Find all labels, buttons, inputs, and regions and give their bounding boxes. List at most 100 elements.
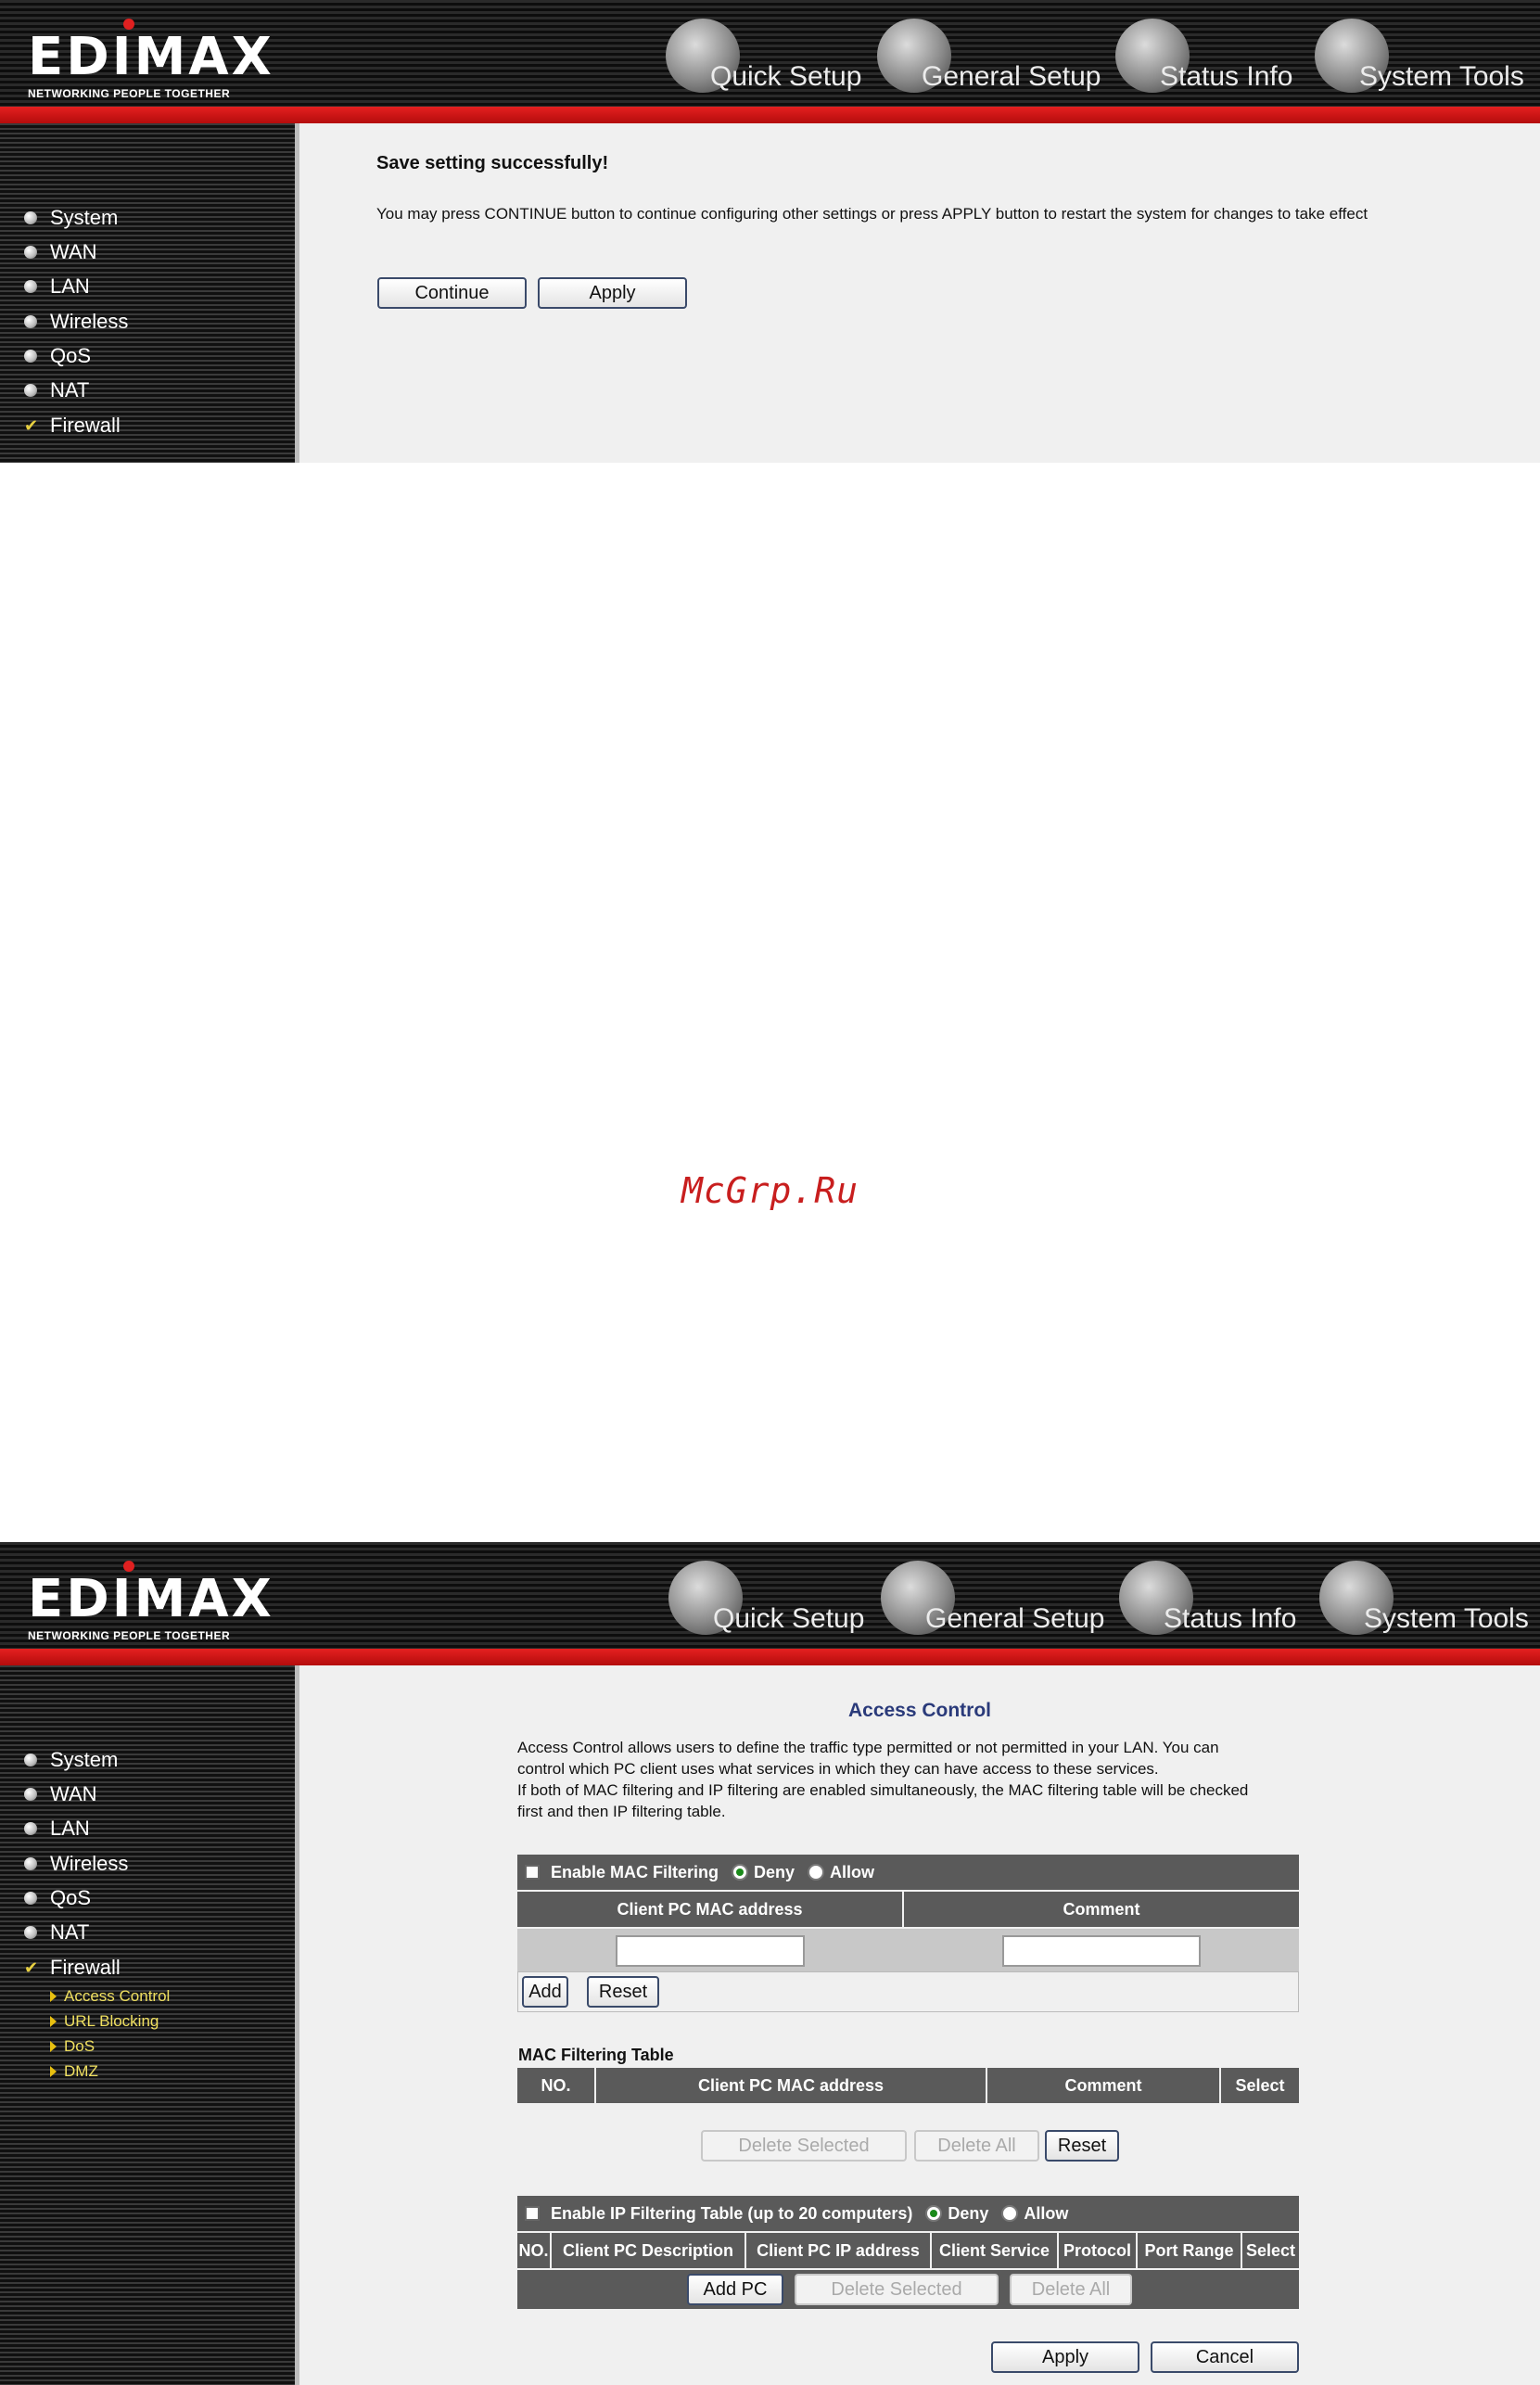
enable-mac-filter-checkbox[interactable]: [525, 1865, 540, 1880]
sidebar-item-wan[interactable]: WAN: [24, 1780, 97, 1808]
sidebar-item-label: Firewall: [50, 1956, 121, 1979]
ip-allow-radio[interactable]: [1001, 2205, 1019, 2222]
nav-system-tools[interactable]: System Tools: [1319, 1561, 1538, 1644]
logo-wordmark: EDIMAX: [28, 27, 274, 87]
bullet-icon: [24, 384, 37, 397]
nav-general-setup[interactable]: General Setup: [877, 19, 1109, 102]
sidebar-item-qos[interactable]: QoS: [24, 1884, 91, 1912]
ip-delete-all-button[interactable]: Delete All: [1010, 2274, 1132, 2305]
sidebar-item-qos[interactable]: QoS: [24, 342, 91, 370]
column-header-select: Select: [1221, 2068, 1299, 2103]
nav-quick-setup[interactable]: Quick Setup: [668, 1561, 872, 1644]
apply-button[interactable]: Apply: [991, 2341, 1139, 2373]
sidebar-item-wireless[interactable]: Wireless: [24, 308, 128, 336]
column-header-service: Client Service: [932, 2233, 1059, 2268]
sidebar-item-nat[interactable]: NAT: [24, 1919, 89, 1946]
sidebar: System WAN LAN Wireless QoS NAT ✔ Firewal…: [0, 1665, 299, 2385]
sidebar-item-firewall[interactable]: ✔ Firewall: [24, 412, 121, 440]
nav-general-setup[interactable]: General Setup: [881, 1561, 1113, 1644]
bullet-icon: [24, 246, 37, 259]
sidebar-item-nat[interactable]: NAT: [24, 376, 89, 404]
enable-mac-filter-label: Enable MAC Filtering: [551, 1862, 719, 1881]
mac-deny-label: Deny: [754, 1862, 795, 1881]
nav-quick-setup[interactable]: Quick Setup: [666, 19, 870, 102]
bullet-icon: [24, 315, 37, 328]
header-bar: EDIMAX NETWORKING PEOPLE TOGETHER Quick …: [0, 0, 1540, 107]
sidebar-item-label: NAT: [50, 1920, 90, 1944]
nav-label: Status Info: [1160, 61, 1293, 92]
logo-tagline: NETWORKING PEOPLE TOGETHER: [28, 1629, 231, 1642]
mac-address-input[interactable]: [616, 1935, 805, 1967]
apply-button[interactable]: Apply: [538, 277, 687, 309]
sidebar-subitem-url-blocking[interactable]: URL Blocking: [50, 2010, 159, 2033]
column-header-select: Select: [1242, 2233, 1299, 2268]
enable-ip-filter-label: Enable IP Filtering Table (up to 20 comp…: [551, 2203, 913, 2223]
sidebar-item-label: WAN: [50, 1782, 97, 1805]
mac-allow-radio[interactable]: [808, 1864, 825, 1881]
sidebar-subitem-dos[interactable]: DoS: [50, 2035, 95, 2058]
access-control-screen: EDIMAX NETWORKING PEOPLE TOGETHER Quick …: [0, 1542, 1540, 2385]
sidebar-item-lan[interactable]: LAN: [24, 1815, 90, 1843]
ip-delete-selected-button[interactable]: Delete Selected: [795, 2274, 999, 2305]
sidebar-subitem-access-control[interactable]: Access Control: [50, 1985, 170, 2008]
sidebar-item-label: System: [50, 1748, 119, 1771]
nav-label: General Setup: [925, 1603, 1105, 1634]
sidebar-item-system[interactable]: System: [24, 1746, 118, 1774]
mac-comment-input[interactable]: [1002, 1935, 1201, 1967]
nav-label: Quick Setup: [710, 61, 862, 92]
mac-delete-all-button[interactable]: Delete All: [914, 2130, 1039, 2162]
arrow-right-icon: [50, 2016, 57, 2027]
mac-table-reset-button[interactable]: Reset: [1045, 2130, 1119, 2162]
sidebar-item-lan[interactable]: LAN: [24, 273, 90, 300]
nav-system-tools[interactable]: System Tools: [1315, 19, 1537, 102]
sidebar-item-firewall[interactable]: ✔ Firewall: [24, 1954, 121, 1982]
sidebar-item-label: WAN: [50, 240, 97, 263]
subitem-label: DMZ: [64, 2062, 98, 2080]
sidebar-item-label: LAN: [50, 274, 90, 298]
checkmark-icon: ✔: [24, 1958, 39, 1977]
mac-delete-selected-button[interactable]: Delete Selected: [701, 2130, 907, 2162]
header-red-bar: [0, 1649, 1540, 1665]
sidebar-item-label: System: [50, 206, 119, 229]
mac-table-title: MAC Filtering Table: [518, 2046, 674, 2064]
nav-status-info[interactable]: Status Info: [1119, 1561, 1314, 1644]
sidebar-item-wan[interactable]: WAN: [24, 238, 97, 266]
enable-ip-filter-checkbox[interactable]: [525, 2206, 540, 2221]
mac-reset-button[interactable]: Reset: [587, 1976, 659, 2008]
description-line: Access Control allows users to define th…: [517, 1739, 1219, 1756]
sidebar-item-label: LAN: [50, 1817, 90, 1840]
mac-deny-radio[interactable]: [732, 1864, 749, 1881]
sidebar-item-label: QoS: [50, 344, 92, 367]
info-message: You may press CONTINUE button to continu…: [376, 205, 1368, 223]
ip-deny-radio[interactable]: [925, 2205, 943, 2222]
description-line: first and then IP filtering table.: [517, 1803, 726, 1820]
sidebar-item-label: Firewall: [50, 414, 121, 437]
description-line: If both of MAC filtering and IP filterin…: [517, 1781, 1249, 1799]
subitem-label: DoS: [64, 2037, 95, 2055]
sidebar-subitem-dmz[interactable]: DMZ: [50, 2060, 98, 2083]
save-screen: EDIMAX NETWORKING PEOPLE TOGETHER Quick …: [0, 0, 1540, 463]
add-pc-button[interactable]: Add PC: [687, 2274, 783, 2305]
sidebar-item-label: Wireless: [50, 1852, 129, 1875]
cancel-button[interactable]: Cancel: [1151, 2341, 1299, 2373]
mac-filter-header: Enable MAC Filtering Deny Allow: [517, 1855, 1299, 1890]
nav-label: System Tools: [1359, 61, 1524, 92]
column-header-mac: Client PC MAC address: [517, 1892, 904, 1927]
ip-filter-header: Enable IP Filtering Table (up to 20 comp…: [517, 2196, 1299, 2231]
column-header-mac: Client PC MAC address: [596, 2068, 987, 2103]
column-header-ip: Client PC IP address: [746, 2233, 932, 2268]
sidebar-item-system[interactable]: System: [24, 204, 118, 232]
column-header-port-range: Port Range: [1138, 2233, 1242, 2268]
nav-status-info[interactable]: Status Info: [1115, 19, 1310, 102]
mac-allow-label: Allow: [830, 1862, 875, 1881]
column-header-description: Client PC Description: [552, 2233, 746, 2268]
mac-add-button[interactable]: Add: [522, 1976, 568, 2008]
header-bar: EDIMAX NETWORKING PEOPLE TOGETHER Quick …: [0, 1542, 1540, 1649]
column-header-protocol: Protocol: [1059, 2233, 1138, 2268]
content-area: Save setting successfully! You may press…: [299, 123, 1540, 463]
logo-dot: [123, 19, 134, 30]
sidebar-item-wireless[interactable]: Wireless: [24, 1850, 128, 1878]
continue-button[interactable]: Continue: [377, 277, 527, 309]
sidebar: System WAN LAN Wireless QoS NAT ✔ Firewal…: [0, 123, 299, 463]
edimax-logo: EDIMAX NETWORKING PEOPLE TOGETHER: [28, 19, 274, 100]
